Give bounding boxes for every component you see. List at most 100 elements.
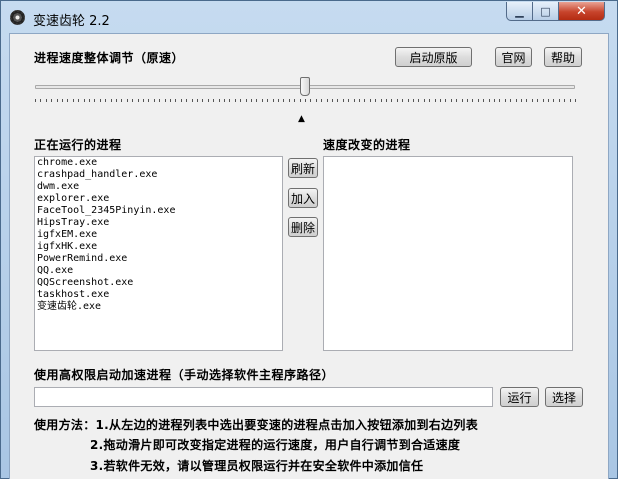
slider-tick: [494, 99, 495, 102]
slider-tick: [94, 99, 95, 102]
slider-tick: [440, 99, 441, 102]
slider-tick: [148, 99, 149, 102]
speed-pointer-icon: ▲: [298, 114, 305, 124]
slider-tick: [235, 99, 236, 102]
slider-tick: [575, 99, 576, 102]
slider-tick: [84, 99, 85, 102]
slider-tick: [132, 99, 133, 102]
slider-tick: [267, 99, 268, 102]
slider-tick: [229, 99, 230, 102]
list-item[interactable]: FaceTool_2345Pinyin.exe: [35, 205, 282, 217]
slider-tick: [370, 99, 371, 102]
slider-tick: [316, 99, 317, 102]
slider-tick: [521, 99, 522, 102]
app-window: 变速齿轮 2.2 ▁ □ ✕ 进程速度整体调节（原速） 启动原版 官网 帮助 ▲…: [0, 0, 618, 479]
slider-tick: [489, 99, 490, 102]
slider-tick: [472, 99, 473, 102]
gear-icon: [10, 10, 25, 25]
refresh-button[interactable]: 刷新: [288, 158, 318, 178]
slider-tick: [354, 99, 355, 102]
slider-tick: [310, 99, 311, 102]
slider-tick: [359, 99, 360, 102]
slider-tick: [262, 99, 263, 102]
slider-tick: [516, 99, 517, 102]
speed-slider-thumb[interactable]: [300, 77, 310, 96]
list-item[interactable]: HipsTray.exe: [35, 217, 282, 229]
run-button[interactable]: 运行: [500, 387, 539, 407]
slider-tick: [219, 99, 220, 102]
list-item[interactable]: explorer.exe: [35, 193, 282, 205]
maximize-button[interactable]: □: [532, 2, 559, 21]
slider-tick: [553, 99, 554, 102]
program-path-input[interactable]: [34, 387, 493, 407]
delete-button[interactable]: 删除: [288, 217, 318, 237]
help-button[interactable]: 帮助: [544, 47, 582, 67]
slider-tick: [321, 99, 322, 102]
slider-tick: [175, 99, 176, 102]
list-item[interactable]: igfxEM.exe: [35, 229, 282, 241]
slider-tick: [181, 99, 182, 102]
slider-ticks: [35, 99, 576, 103]
add-button[interactable]: 加入: [288, 188, 318, 208]
slider-tick: [165, 99, 166, 102]
close-button[interactable]: ✕: [558, 2, 605, 21]
list-item[interactable]: PowerRemind.exe: [35, 253, 282, 265]
slider-tick: [138, 99, 139, 102]
slider-tick: [116, 99, 117, 102]
slider-tick: [505, 99, 506, 102]
slider-tick: [67, 99, 68, 102]
slider-tick: [559, 99, 560, 102]
title-bar[interactable]: 变速齿轮 2.2 ▁ □ ✕: [1, 1, 617, 33]
slider-tick: [343, 99, 344, 102]
slider-tick: [456, 99, 457, 102]
usage-line-3: 3.若软件无效，请以管理员权限运行并在安全软件中添加信任: [90, 459, 424, 473]
slider-tick: [240, 99, 241, 102]
list-item[interactable]: chrome.exe: [35, 157, 282, 169]
slider-tick: [429, 99, 430, 102]
list-item[interactable]: QQ.exe: [35, 265, 282, 277]
slider-tick: [375, 99, 376, 102]
list-item[interactable]: 变速齿轮.exe: [35, 301, 282, 313]
slider-tick: [143, 99, 144, 102]
slider-tick: [327, 99, 328, 102]
list-item[interactable]: crashpad_handler.exe: [35, 169, 282, 181]
restore-original-button[interactable]: 启动原版: [395, 47, 472, 67]
slider-tick: [78, 99, 79, 102]
choose-button[interactable]: 选择: [545, 387, 583, 407]
list-item[interactable]: dwm.exe: [35, 181, 282, 193]
slider-tick: [543, 99, 544, 102]
slider-tick: [445, 99, 446, 102]
slider-tick: [451, 99, 452, 102]
slider-tick: [435, 99, 436, 102]
slider-tick: [418, 99, 419, 102]
usage-line-1: 使用方法：1.从左边的进程列表中选出要变速的进程点击加入按钮添加到右边列表: [34, 418, 479, 432]
slider-tick: [408, 99, 409, 102]
list-item[interactable]: QQScreenshot.exe: [35, 277, 282, 289]
slider-tick: [381, 99, 382, 102]
minimize-button[interactable]: ▁: [506, 2, 533, 21]
slider-tick: [305, 99, 306, 102]
slider-tick: [499, 99, 500, 102]
slider-tick: [35, 99, 36, 102]
client-area: 进程速度整体调节（原速） 启动原版 官网 帮助 ▲ 正在运行的进程 速度改变的进…: [9, 33, 609, 479]
slider-tick: [62, 99, 63, 102]
slider-tick: [337, 99, 338, 102]
slider-tick: [364, 99, 365, 102]
window-title: 变速齿轮 2.2: [33, 14, 110, 29]
slider-tick: [73, 99, 74, 102]
changed-process-list[interactable]: [323, 156, 573, 351]
slider-tick: [273, 99, 274, 102]
slider-tick: [510, 99, 511, 102]
slider-tick: [51, 99, 52, 102]
official-site-button[interactable]: 官网: [495, 47, 532, 67]
list-item[interactable]: igfxHK.exe: [35, 241, 282, 253]
launch-label: 使用高权限启动加速进程（手动选择软件主程序路径）: [34, 368, 335, 382]
slider-tick: [391, 99, 392, 102]
slider-tick: [46, 99, 47, 102]
running-process-list[interactable]: chrome.exe crashpad_handler.exe dwm.exe …: [34, 156, 283, 351]
slider-tick: [462, 99, 463, 102]
slider-tick: [300, 99, 301, 102]
slider-tick: [478, 99, 479, 102]
list-item[interactable]: taskhost.exe: [35, 289, 282, 301]
slider-tick: [402, 99, 403, 102]
